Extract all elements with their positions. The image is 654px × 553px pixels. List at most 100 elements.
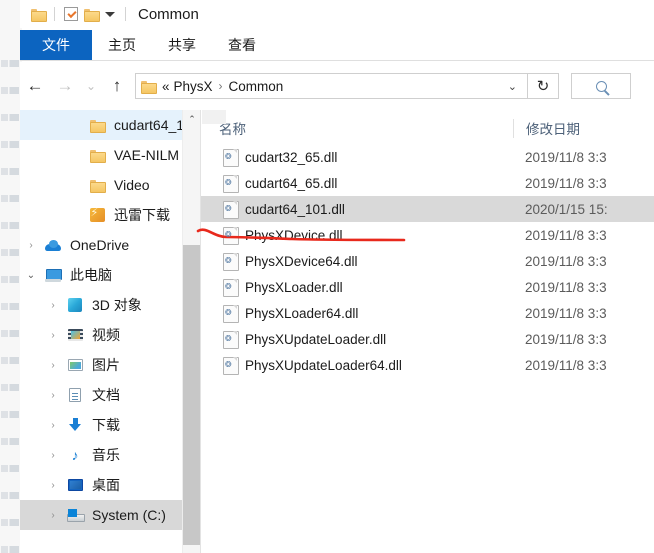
file-name-cell: ❂ PhysXDevice64.dll xyxy=(201,253,513,271)
search-input[interactable] xyxy=(571,73,631,99)
table-row[interactable]: ❂ PhysXLoader.dll 2019/11/8 3:3 xyxy=(201,274,654,300)
sidebar-item-2[interactable]: Video xyxy=(20,170,182,200)
address-folder-icon xyxy=(141,80,157,94)
chevron-right-icon[interactable]: › xyxy=(20,240,42,251)
sidebar-item-11[interactable]: › ♪ 音乐 xyxy=(20,440,182,470)
file-name-cell: ❂ PhysXLoader.dll xyxy=(201,279,513,297)
ribbon-tab-bar: 文件 主页 共享 查看 xyxy=(20,30,654,60)
file-date-cell: 2019/11/8 3:3 xyxy=(525,279,607,295)
chevron-right-icon[interactable]: › xyxy=(42,330,64,341)
title-divider xyxy=(125,7,126,21)
background-ghost-strip xyxy=(0,0,22,553)
breadcrumb-root[interactable]: « xyxy=(160,79,172,94)
breadcrumb-separator-icon: › xyxy=(218,79,223,93)
background-ghost-row xyxy=(1,87,19,94)
chevron-right-icon[interactable]: › xyxy=(42,510,64,521)
table-row[interactable]: ❂ PhysXUpdateLoader.dll 2019/11/8 3:3 xyxy=(201,326,654,352)
folder-icon xyxy=(86,119,108,133)
breadcrumb-common[interactable]: Common xyxy=(227,79,286,94)
up-button[interactable]: ↑ xyxy=(102,71,132,101)
chevron-down-icon[interactable]: ⌄ xyxy=(20,270,42,281)
file-name-cell: ❂ PhysXDevice.dll xyxy=(201,227,513,245)
file-name-label: PhysXLoader.dll xyxy=(245,279,343,295)
column-header-name[interactable]: ⌃ 名称 xyxy=(201,110,513,138)
scrollbar-thumb[interactable] xyxy=(183,245,201,545)
dll-file-icon: ❂ xyxy=(223,331,239,349)
column-header-date[interactable]: 修改日期 xyxy=(513,119,580,138)
background-ghost-row xyxy=(1,492,19,499)
tab-home[interactable]: 主页 xyxy=(92,30,152,60)
this-pc-icon xyxy=(42,268,64,282)
onedrive-cloud-icon xyxy=(42,239,64,251)
back-button[interactable]: ← xyxy=(20,71,50,101)
dll-file-icon: ❂ xyxy=(223,201,239,219)
sidebar-item-6[interactable]: › 3D 对象 xyxy=(20,290,182,320)
file-name-cell: ❂ cudart64_65.dll xyxy=(201,175,513,193)
tab-view[interactable]: 查看 xyxy=(212,30,272,60)
scroll-up-icon[interactable]: ⌃ xyxy=(183,110,201,128)
column-header-name-label: 名称 xyxy=(219,122,246,137)
navigation-pane-scrollbar[interactable]: ⌃ xyxy=(182,110,201,553)
dll-file-icon: ❂ xyxy=(223,305,239,323)
chevron-right-icon[interactable]: › xyxy=(42,360,64,371)
sidebar-item-label: 3D 对象 xyxy=(92,297,142,313)
forward-button[interactable]: → xyxy=(50,71,80,101)
chevron-right-icon[interactable]: › xyxy=(42,390,64,401)
refresh-button[interactable]: ↻ xyxy=(528,73,559,99)
tab-file[interactable]: 文件 xyxy=(20,30,92,60)
background-ghost-row xyxy=(1,195,19,202)
table-row[interactable]: ❂ PhysXDevice64.dll 2019/11/8 3:3 xyxy=(201,248,654,274)
address-bar[interactable]: « PhysX › Common ⌄ xyxy=(135,73,528,99)
recent-locations-button[interactable]: ⌄ xyxy=(80,71,102,101)
table-row[interactable]: ❂ cudart64_65.dll 2019/11/8 3:3 xyxy=(201,170,654,196)
file-name-label: cudart64_65.dll xyxy=(245,175,338,191)
file-name-label: PhysXUpdateLoader.dll xyxy=(245,331,387,347)
file-date-cell: 2019/11/8 3:3 xyxy=(525,227,607,243)
background-ghost-row xyxy=(1,249,19,256)
properties-checkbox-icon[interactable] xyxy=(61,4,81,24)
pictures-icon xyxy=(64,359,86,371)
table-row[interactable]: ❂ PhysXUpdateLoader64.dll 2019/11/8 3:3 xyxy=(201,352,654,378)
sidebar-item-label: 图片 xyxy=(92,357,120,373)
chevron-right-icon[interactable]: › xyxy=(42,480,64,491)
file-name-label: PhysXDevice.dll xyxy=(245,227,343,243)
sidebar-item-4[interactable]: › OneDrive xyxy=(20,230,182,260)
new-folder-icon[interactable] xyxy=(81,4,101,24)
sidebar-item-10[interactable]: › 下载 xyxy=(20,410,182,440)
sidebar-item-0[interactable]: cudart64_101 xyxy=(20,110,182,140)
table-row[interactable]: ❂ PhysXDevice.dll 2019/11/8 3:3 xyxy=(201,222,654,248)
sidebar-item-label: 音乐 xyxy=(92,447,120,463)
sidebar-item-3[interactable]: 迅雷下载 xyxy=(20,200,182,230)
sidebar-item-7[interactable]: › 视频 xyxy=(20,320,182,350)
breadcrumb-physx[interactable]: PhysX xyxy=(172,79,215,94)
folder-icon xyxy=(86,179,108,193)
chevron-right-icon[interactable]: › xyxy=(42,420,64,431)
sidebar-item-12[interactable]: › 桌面 xyxy=(20,470,182,500)
background-ghost-row xyxy=(1,438,19,445)
sidebar-item-label: Video xyxy=(114,177,150,193)
column-header-row: ⌃ 名称 修改日期 xyxy=(201,110,654,144)
table-row[interactable]: ❂ cudart64_101.dll 2020/1/15 15: xyxy=(201,196,654,222)
sidebar-item-5[interactable]: ⌄ 此电脑 xyxy=(20,260,182,290)
sidebar-item-8[interactable]: › 图片 xyxy=(20,350,182,380)
background-ghost-row xyxy=(1,276,19,283)
sidebar-item-label: VAE-NILM xyxy=(114,147,180,163)
background-ghost-row xyxy=(1,384,19,391)
column-header-date-label: 修改日期 xyxy=(526,122,580,137)
sidebar-item-13[interactable]: › System (C:) xyxy=(20,500,182,530)
chevron-right-icon[interactable]: › xyxy=(42,300,64,311)
file-date-cell: 2019/11/8 3:3 xyxy=(525,149,607,165)
folder-icon xyxy=(86,149,108,163)
chevron-right-icon[interactable]: › xyxy=(42,450,64,461)
address-dropdown-icon[interactable]: ⌄ xyxy=(500,80,525,93)
table-row[interactable]: ❂ cudart32_65.dll 2019/11/8 3:3 xyxy=(201,144,654,170)
sidebar-item-label: System (C:) xyxy=(92,507,166,523)
table-row[interactable]: ❂ PhysXLoader64.dll 2019/11/8 3:3 xyxy=(201,300,654,326)
sidebar-item-9[interactable]: › 文档 xyxy=(20,380,182,410)
sidebar-item-1[interactable]: VAE-NILM xyxy=(20,140,182,170)
tab-share[interactable]: 共享 xyxy=(152,30,212,60)
file-date-cell: 2019/11/8 3:3 xyxy=(525,175,607,191)
file-explorer-window: Common 文件 主页 共享 查看 ← → ⌄ ↑ « PhysX › Com… xyxy=(0,0,654,553)
customize-quick-access-caret-icon[interactable] xyxy=(105,11,115,17)
local-disk-icon xyxy=(64,508,86,522)
